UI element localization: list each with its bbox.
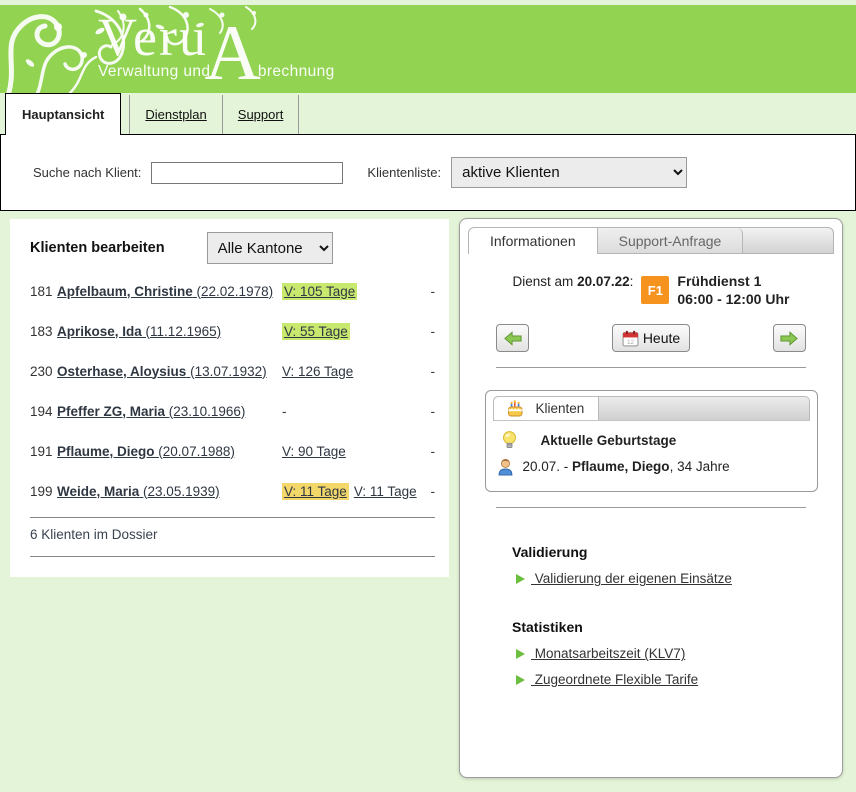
shift-badge: F1 [641, 276, 669, 304]
client-name-link[interactable]: Pfeffer ZG, Maria (23.10.1966) [57, 404, 245, 419]
client-row: 183 Aprikose, Ida (11.12.1965) V: 55 Tag… [30, 311, 435, 351]
next-day-button[interactable] [773, 324, 806, 352]
green-triangle-icon [516, 649, 525, 659]
today-button[interactable]: 12 Heute [612, 324, 690, 352]
client-id: 183 [30, 324, 57, 339]
lightbulb-icon [500, 430, 519, 450]
tab-support[interactable]: Support [223, 95, 300, 134]
logo-tagline-left: Verwaltung und [98, 63, 210, 81]
divider [496, 367, 806, 368]
client-search-input[interactable] [151, 162, 343, 184]
birthday-box-tab-label: Klienten [536, 401, 585, 416]
client-row: 194 Pfeffer ZG, Maria (23.10.1966) - - [30, 391, 435, 431]
arrow-left-icon [504, 331, 522, 346]
green-triangle-icon [516, 574, 525, 584]
birthday-box: Klienten Aktuelle Geburtstage 20.07. - P… [485, 390, 818, 492]
flexible-tariffs-link[interactable]: Zugeordnete Flexible Tarife [531, 672, 698, 687]
duty-date-label: Dienst am 20.07.22: [513, 272, 634, 289]
client-row-dash: - [423, 404, 435, 419]
shift-details: Frühdienst 1 06:00 - 12:00 Uhr [677, 272, 789, 308]
today-button-label: Heute [643, 330, 680, 346]
validation-days-link[interactable]: V: 11 Tage [282, 483, 349, 500]
client-name-link[interactable]: Pflaume, Diego (20.07.1988) [57, 444, 235, 459]
client-name-link[interactable]: Apfelbaum, Christine (22.02.1978) [57, 284, 273, 299]
client-row-dash: - [423, 364, 435, 379]
clients-panel-title: Klienten bearbeiten [30, 240, 165, 256]
monthly-worktime-link[interactable]: Monatsarbeitszeit (KLV7) [531, 646, 685, 661]
tab-klienten[interactable]: Klienten [494, 397, 600, 420]
client-id: 199 [30, 484, 57, 499]
green-triangle-icon [516, 675, 525, 685]
client-rows: 181 Apfelbaum, Christine (22.02.1978) V:… [30, 271, 435, 511]
client-row-dash: - [423, 484, 435, 499]
logo-text-veru: Veru [98, 15, 210, 59]
client-row: 230 Osterhase, Aloysius (13.07.1932) V: … [30, 351, 435, 391]
svg-text:12: 12 [627, 339, 635, 346]
client-search-label: Suche nach Klient: [33, 165, 141, 180]
search-strip: Suche nach Klient: Klientenliste: aktive… [0, 135, 856, 211]
date-navigation: 12 Heute [468, 324, 834, 352]
validation-days-link[interactable]: V: 105 Tage [282, 283, 357, 300]
client-row-dash: - [423, 444, 435, 459]
client-id: 230 [30, 364, 57, 379]
client-name-link[interactable]: Osterhase, Aloysius (13.07.1932) [57, 364, 267, 379]
calendar-icon: 12 [622, 330, 639, 347]
person-icon [496, 457, 515, 476]
main-tabbar: Hauptansicht Dienstplan Support [0, 93, 856, 135]
app-logo: Veru Verwaltung und A brechnung [98, 15, 335, 81]
validation-days-empty: - [282, 404, 287, 419]
arrow-right-icon [780, 331, 798, 346]
info-tabbar: Informationen Support-Anfrage [468, 227, 834, 254]
cake-icon [506, 400, 526, 418]
birthday-box-tabbar: Klienten [493, 396, 810, 421]
logo-tagline-right: brechnung [258, 63, 335, 81]
validation-days-link-2[interactable]: V: 11 Tage [354, 484, 417, 499]
birthday-entry: 20.07. - Pflaume, Diego, 34 Jahre [523, 459, 730, 474]
validation-days-link[interactable]: V: 90 Tage [282, 444, 346, 459]
tab-informationen[interactable]: Informationen [469, 228, 598, 254]
client-row: 181 Apfelbaum, Christine (22.02.1978) V:… [30, 271, 435, 311]
client-list-label: Klientenliste: [367, 165, 441, 180]
tab-support-anfrage[interactable]: Support-Anfrage [598, 228, 744, 253]
validation-days-link[interactable]: V: 55 Tage [282, 323, 350, 340]
previous-day-button[interactable] [496, 324, 529, 352]
client-row-dash: - [423, 284, 435, 299]
client-id: 181 [30, 284, 57, 299]
validation-days-link[interactable]: V: 126 Tage [282, 364, 353, 379]
birthday-heading: Aktuelle Geburtstage [541, 433, 677, 448]
duty-info: Dienst am 20.07.22: F1 Frühdienst 1 06:0… [468, 272, 834, 308]
client-name-link[interactable]: Weide, Maria (23.05.1939) [57, 484, 220, 499]
divider [30, 556, 435, 557]
client-row: 191 Pflaume, Diego (20.07.1988) V: 90 Ta… [30, 431, 435, 471]
client-row-dash: - [423, 324, 435, 339]
logo-text-a: A [204, 24, 260, 82]
clients-panel: Klienten bearbeiten Alle Kantone 181 Apf… [10, 219, 449, 577]
client-list-select[interactable]: aktive Klienten [451, 157, 687, 188]
shift-time: 06:00 - 12:00 Uhr [677, 290, 789, 308]
info-panel: Informationen Support-Anfrage Dienst am … [459, 218, 843, 778]
statistics-heading: Statistiken [512, 619, 834, 635]
tab-hauptansicht[interactable]: Hauptansicht [5, 93, 121, 135]
shift-name: Frühdienst 1 [677, 272, 789, 290]
client-row: 199 Weide, Maria (23.05.1939) V: 11 Tage… [30, 471, 435, 511]
divider [496, 507, 806, 508]
validation-heading: Validierung [512, 544, 834, 560]
header-banner: Veru Verwaltung und A brechnung [0, 5, 856, 93]
client-count-text: 6 Klienten im Dossier [30, 518, 435, 550]
canton-filter-select[interactable]: Alle Kantone [207, 232, 333, 264]
client-id: 194 [30, 404, 57, 419]
validation-link[interactable]: Validierung der eigenen Einsätze [531, 571, 732, 586]
client-name-link[interactable]: Aprikose, Ida (11.12.1965) [57, 324, 221, 339]
client-id: 191 [30, 444, 57, 459]
tab-dienstplan[interactable]: Dienstplan [129, 95, 222, 134]
